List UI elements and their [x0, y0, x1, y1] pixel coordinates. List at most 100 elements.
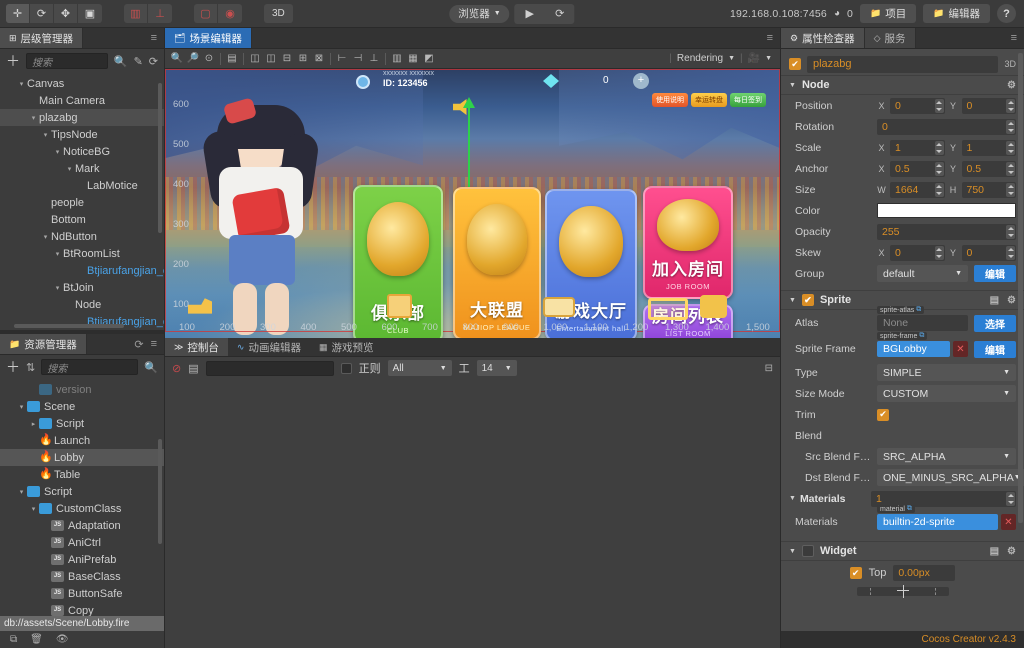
asset-node[interactable]: JSButtonSafe	[0, 585, 164, 602]
size-width-input[interactable]: 1664	[890, 182, 945, 198]
materials-item-input[interactable]: builtin-2d-sprite	[877, 514, 998, 530]
open-log-file-icon[interactable]: ▤	[188, 362, 198, 375]
stepper[interactable]	[1006, 99, 1015, 113]
chevron-down-icon[interactable]: ▼	[789, 495, 796, 502]
assets-tree[interactable]: version▾Scene▸Script🔥Launch🔥Lobby🔥Table▾…	[0, 379, 164, 616]
align-vcenter-icon[interactable]: ⊣	[350, 51, 366, 67]
camera-icon[interactable]: 🎥	[748, 53, 760, 64]
move-gizmo-arrow[interactable]	[468, 102, 470, 188]
align-node-tool-icon[interactable]: ▥	[124, 4, 148, 23]
group-dropdown[interactable]: default ▼	[877, 265, 968, 282]
refresh-button[interactable]: ⟳	[545, 4, 575, 24]
tab-scene-editor[interactable]: 🗂 场景编辑器	[165, 28, 252, 48]
widget-align-track[interactable]	[857, 587, 949, 596]
sprite-type-dropdown[interactable]: SIMPLE ▼	[877, 364, 1016, 381]
tab-hierarchy[interactable]: ⊞ 层级管理器	[0, 28, 83, 48]
search-icon[interactable]: 🔍	[144, 361, 158, 374]
link-icon[interactable]: ⧉	[916, 306, 921, 314]
hierarchy-search-input[interactable]: 搜索	[26, 53, 108, 69]
inspector-scrollbar[interactable]	[1018, 53, 1023, 523]
hamburger-menu-icon[interactable]: ≡	[767, 32, 773, 44]
tree-twisty-icon[interactable]: ▾	[28, 505, 39, 513]
group-edit-button[interactable]: 编辑	[974, 265, 1016, 282]
sort-icon[interactable]: ⇅	[26, 361, 35, 374]
gear-icon[interactable]: ⚙	[1007, 546, 1016, 557]
position-x-input[interactable]: 0	[890, 98, 945, 114]
node-enabled-checkbox[interactable]: ✔	[789, 58, 801, 70]
rendering-dropdown[interactable]: Rendering	[677, 53, 723, 64]
tree-twisty-icon[interactable]: ▾	[28, 114, 39, 122]
align-top-icon[interactable]: ⊟	[279, 51, 295, 67]
stepper[interactable]	[1006, 183, 1015, 197]
tree-twisty-icon[interactable]: ▾	[16, 403, 27, 411]
gear-icon[interactable]: ⚙	[1007, 80, 1016, 91]
hierarchy-node[interactable]: LabMotice	[0, 177, 164, 194]
asset-node[interactable]: version	[0, 381, 164, 398]
scale-tool-icon[interactable]: ✥	[54, 4, 78, 23]
gear-icon[interactable]: ⚙	[1007, 295, 1016, 306]
hierarchy-node[interactable]: ▾TipsNode	[0, 126, 164, 143]
hierarchy-node[interactable]: Node	[0, 296, 164, 313]
rotate-tool-icon[interactable]: ⟳	[30, 4, 54, 23]
rect-tool-icon[interactable]: ▣	[78, 4, 102, 23]
tree-twisty-icon[interactable]: ▾	[52, 284, 63, 292]
scale-y-input[interactable]: 1	[962, 140, 1017, 156]
pivot-tool-icon[interactable]: ▢	[194, 4, 218, 23]
hamburger-menu-icon[interactable]: ≡	[151, 338, 157, 350]
link-icon[interactable]: ⧉	[919, 332, 924, 340]
hierarchy-node[interactable]: Btjiarufangjian_cac	[0, 262, 164, 279]
sprite-frame-input[interactable]: BGLobby	[877, 341, 950, 357]
tab-services[interactable]: ◇ 服务	[865, 28, 916, 48]
anchor-x-input[interactable]: 0.5	[890, 161, 945, 177]
stepper[interactable]	[935, 183, 944, 197]
hierarchy-tree[interactable]: ▾CanvasMain Camera▾plazabg▾TipsNode▾Noti…	[0, 73, 164, 330]
dst-blend-dropdown[interactable]: ONE_MINUS_SRC_ALPHA ▼	[877, 469, 1024, 486]
hierarchy-node[interactable]: Bottom	[0, 211, 164, 228]
scene-viewport[interactable]: xxxxxxx xxxxxxx ID: 123456 0 + 使用说明 幸运转盘…	[165, 69, 780, 338]
skew-x-input[interactable]: 0	[890, 245, 945, 261]
asset-node[interactable]: ▾Scene	[0, 398, 164, 415]
tab-assets[interactable]: 📁 资源管理器	[0, 334, 87, 354]
align-center-tool-icon[interactable]: ⊥	[148, 4, 172, 23]
help-button[interactable]: ?	[997, 4, 1016, 23]
align-hcenter-icon[interactable]: ⊢	[334, 51, 350, 67]
widget-enabled-checkbox[interactable]	[802, 545, 814, 557]
project-button[interactable]: 📁 项目	[860, 4, 916, 23]
asset-node[interactable]: 🔥Launch	[0, 432, 164, 449]
toggle-3d-button[interactable]: 3D	[264, 4, 293, 23]
node-name-input[interactable]: plazabg	[807, 56, 998, 73]
stepper[interactable]	[1006, 225, 1015, 239]
tree-twisty-icon[interactable]: ▾	[52, 148, 63, 156]
tree-twisty-icon[interactable]: ▾	[16, 488, 27, 496]
log-level-dropdown[interactable]: All ▼	[388, 360, 452, 376]
stepper[interactable]	[935, 162, 944, 176]
play-button[interactable]: ▶	[515, 4, 545, 24]
rotation-input[interactable]: 0	[877, 119, 1016, 135]
help-icon[interactable]: ▤	[990, 295, 999, 306]
asset-node[interactable]: JSAdaptation	[0, 517, 164, 534]
editor-button[interactable]: 📁 编辑器	[923, 4, 990, 23]
add-asset-icon[interactable]: ＋	[6, 360, 20, 374]
asset-node[interactable]: ▾Script	[0, 483, 164, 500]
hamburger-menu-icon[interactable]: ≡	[1011, 32, 1017, 44]
asset-node[interactable]: ▾CustomClass	[0, 500, 164, 517]
sprite-frame-edit-button[interactable]: 编辑	[974, 341, 1016, 358]
hierarchy-node[interactable]: ▾BtJoin	[0, 279, 164, 296]
game-card[interactable]: 加入房间JOB ROOM	[643, 186, 733, 299]
hierarchy-node[interactable]: people	[0, 194, 164, 211]
duplicate-icon[interactable]: ⧉	[10, 634, 17, 645]
distribute-left-icon[interactable]: ◫	[247, 51, 263, 67]
stepper[interactable]	[1006, 492, 1015, 506]
hierarchy-scrollbar[interactable]	[158, 83, 162, 233]
sync-icon[interactable]: ⟳	[149, 55, 158, 68]
trash-icon[interactable]: 🗑	[30, 634, 43, 645]
add-node-icon[interactable]: ＋	[6, 54, 20, 68]
tab-game-preview[interactable]: ▦ 游戏预览	[310, 338, 383, 356]
move-tool-icon[interactable]: ✛	[6, 4, 30, 23]
gizmo-icon[interactable]: ◩	[421, 51, 437, 67]
tab-console[interactable]: ≫ 控制台	[165, 338, 228, 356]
opacity-input[interactable]: 255	[877, 224, 1016, 240]
color-swatch[interactable]	[877, 203, 1016, 218]
distribute-h-icon[interactable]: ⊥	[366, 51, 382, 67]
grid-icon[interactable]: ▦	[405, 51, 421, 67]
